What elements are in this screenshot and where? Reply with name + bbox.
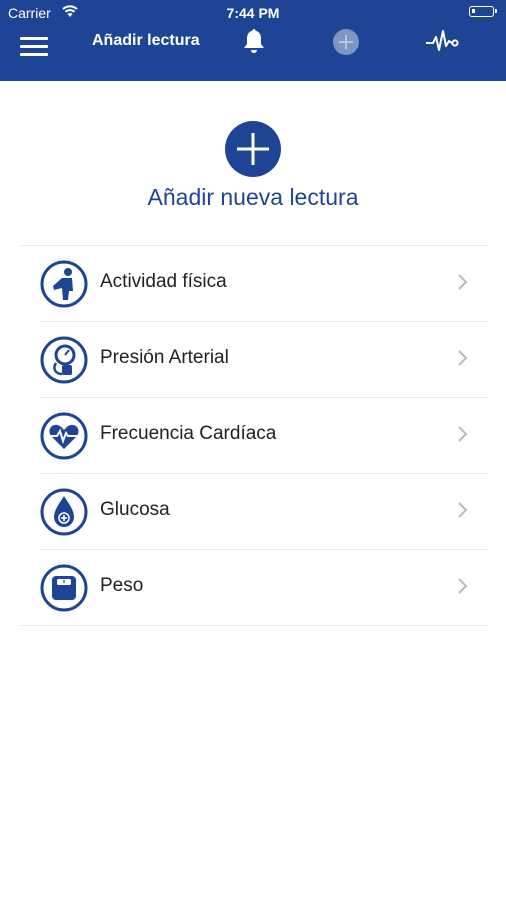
blood-pressure-icon xyxy=(40,336,88,384)
clock: 7:44 PM xyxy=(226,5,280,21)
list-item-glucose[interactable]: Glucosa xyxy=(20,474,488,550)
list-item-heart-rate[interactable]: Frecuencia Cardíaca xyxy=(20,398,488,474)
add-reading-button[interactable] xyxy=(225,121,281,177)
add-circle-icon[interactable] xyxy=(331,27,361,57)
list-item-label: Frecuencia Cardíaca xyxy=(100,423,277,444)
list-item-label: Presión Arterial xyxy=(100,347,229,368)
physical-activity-icon xyxy=(40,260,88,308)
plus-icon xyxy=(237,133,269,165)
reading-list: Actividad física Presión Arterial Frecue… xyxy=(20,245,488,626)
list-item-label: Glucosa xyxy=(100,499,170,520)
list-item-label: Peso xyxy=(100,575,144,596)
chevron-right-icon xyxy=(458,350,468,366)
chevron-right-icon xyxy=(458,578,468,594)
weight-scale-icon xyxy=(40,564,88,612)
add-reading-title: Añadir nueva lectura xyxy=(147,184,359,210)
pulse-icon[interactable] xyxy=(425,29,459,55)
glucose-icon xyxy=(40,488,88,536)
list-item-label: Actividad física xyxy=(100,271,227,292)
menu-icon[interactable] xyxy=(20,37,50,57)
top-bar: Carrier 7:44 PM Añadir lectura xyxy=(0,0,506,81)
list-item-weight[interactable]: Peso xyxy=(20,550,488,626)
list-item-physical-activity[interactable]: Actividad física xyxy=(20,246,488,322)
chevron-right-icon xyxy=(458,274,468,290)
divider xyxy=(20,625,488,626)
chevron-right-icon xyxy=(458,426,468,442)
navbar: Añadir lectura xyxy=(0,24,506,81)
list-item-blood-pressure[interactable]: Presión Arterial xyxy=(20,322,488,398)
heart-rate-icon xyxy=(40,412,88,460)
page-title: Añadir lectura xyxy=(92,32,200,49)
bell-icon[interactable] xyxy=(241,27,267,55)
chevron-right-icon xyxy=(458,502,468,518)
battery-icon xyxy=(469,6,497,17)
status-bar: Carrier 7:44 PM xyxy=(0,0,506,24)
